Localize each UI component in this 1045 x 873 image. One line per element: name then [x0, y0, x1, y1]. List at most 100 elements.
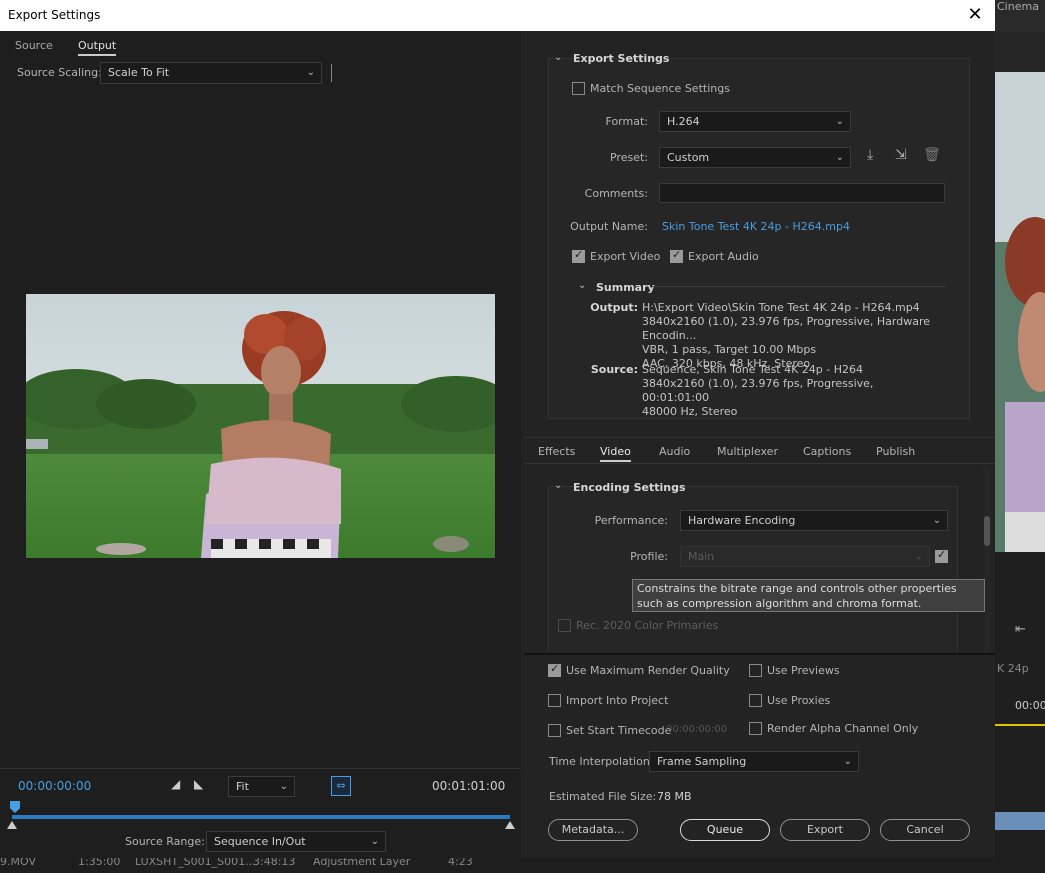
tab-captions[interactable]: Captions — [803, 445, 851, 458]
background-timeline-strip: K 24p 00:00 ⇤ — [995, 552, 1045, 858]
tab-output[interactable]: Output — [78, 39, 117, 56]
profile-dropdown[interactable]: Main ⌄ — [680, 546, 930, 567]
set-start-timecode-label: Set Start Timecode — [566, 724, 672, 737]
dialog-titlebar: Export Settings ✕ — [0, 0, 995, 31]
export-settings-dialog: Export Settings ✕ Source Output Source S… — [0, 0, 995, 858]
save-preset-icon[interactable]: ⤓ — [867, 147, 873, 163]
preset-dropdown[interactable]: Custom ⌄ — [659, 147, 851, 168]
tab-source[interactable]: Source — [15, 39, 53, 52]
summary-line: 3840x2160 (1.0), 23.976 fps, Progressive… — [642, 315, 931, 342]
chevron-down-icon: ⌄ — [843, 756, 852, 767]
profile-checkbox[interactable] — [935, 548, 948, 563]
source-scaling-value: Scale To Fit — [108, 66, 170, 79]
use-proxies-checkbox[interactable] — [749, 694, 762, 707]
end-timecode: 00:01:01:00 — [432, 779, 506, 793]
comments-label: Comments: — [584, 187, 648, 200]
toolbar-divider — [331, 64, 332, 82]
summary-source-label: Source: — [590, 363, 638, 376]
summary-line: H:\Export Video\Skin Tone Test 4K 24p - … — [642, 301, 920, 314]
render-alpha-checkbox[interactable] — [749, 722, 762, 735]
profile-label: Profile: — [630, 550, 668, 563]
import-into-project-checkbox[interactable] — [548, 694, 561, 707]
output-name-link[interactable]: Skin Tone Test 4K 24p - H264.mp4 — [662, 220, 850, 233]
export-video-checkbox[interactable] — [572, 248, 585, 263]
close-icon[interactable]: ✕ — [965, 5, 985, 25]
current-timecode[interactable]: 00:00:00:00 — [18, 779, 91, 793]
summary-output-text: H:\Export Video\Skin Tone Test 4K 24p - … — [642, 301, 942, 371]
scrollbar-thumb[interactable] — [984, 516, 990, 546]
performance-value: Hardware Encoding — [688, 514, 796, 527]
chevron-down-icon[interactable]: ⌄ — [554, 52, 562, 63]
background-clip — [995, 812, 1045, 830]
export-settings-header: Export Settings — [573, 52, 670, 65]
playhead-handle[interactable] — [10, 801, 20, 813]
set-in-point-icon[interactable]: ◢ — [171, 777, 180, 791]
export-button[interactable]: Export — [780, 819, 870, 841]
set-out-point-icon[interactable]: ◣ — [194, 777, 203, 791]
step-back-icon: ⇤ — [1015, 622, 1026, 637]
queue-button[interactable]: Queue — [680, 819, 770, 841]
chevron-down-icon[interactable]: ⌄ — [578, 280, 586, 291]
performance-dropdown[interactable]: Hardware Encoding ⌄ — [680, 510, 948, 531]
tab-effects[interactable]: Effects — [538, 445, 575, 458]
background-sequence-label: K 24p — [997, 662, 1029, 675]
rec2020-checkbox[interactable] — [558, 619, 571, 632]
source-range-label: Source Range: — [125, 835, 205, 848]
time-interpolation-dropdown[interactable]: Frame Sampling ⌄ — [649, 751, 859, 772]
use-proxies-label: Use Proxies — [767, 694, 831, 707]
source-scaling-row: Source Scaling: Scale To Fit ⌄ — [0, 62, 521, 86]
use-previews-label: Use Previews — [767, 664, 840, 677]
import-preset-icon[interactable]: ⇲ — [895, 147, 907, 163]
encoding-settings-header: Encoding Settings — [573, 481, 686, 494]
dialog-title: Export Settings — [8, 8, 101, 22]
format-label: Format: — [605, 115, 648, 128]
profile-tooltip: Constrains the bitrate range and control… — [632, 579, 985, 612]
chevron-down-icon: ⌄ — [914, 551, 923, 562]
out-point-marker[interactable] — [505, 821, 515, 829]
divider — [652, 286, 946, 287]
format-value: H.264 — [667, 115, 700, 128]
output-name-label: Output Name: — [570, 220, 648, 233]
rec2020-label: Rec. 2020 Color Primaries — [576, 619, 719, 632]
comments-input[interactable] — [659, 183, 945, 203]
scrollbar-track[interactable] — [983, 468, 991, 653]
source-range-dropdown[interactable]: Sequence In/Out ⌄ — [206, 831, 386, 852]
match-sequence-checkbox[interactable] — [572, 82, 585, 95]
preset-label: Preset: — [609, 151, 648, 164]
background-workspace-label: Cinema — [995, 0, 1045, 32]
zoom-dropdown[interactable]: Fit ⌄ — [228, 776, 295, 797]
start-timecode-field[interactable]: 00:00:00:00 — [666, 724, 727, 735]
set-start-timecode-checkbox[interactable] — [548, 724, 561, 737]
background-preview-image — [995, 72, 1045, 552]
delete-preset-icon[interactable]: 🗑 — [923, 147, 941, 163]
background-playhead-line — [995, 724, 1045, 726]
export-audio-checkbox[interactable] — [670, 248, 683, 263]
profile-value: Main — [688, 550, 715, 563]
metadata-button[interactable]: Metadata... — [548, 819, 638, 841]
format-dropdown[interactable]: H.264 ⌄ — [659, 111, 851, 132]
source-scaling-dropdown[interactable]: Scale To Fit ⌄ — [100, 62, 322, 84]
chevron-down-icon[interactable]: ⌄ — [554, 480, 562, 491]
tab-audio[interactable]: Audio — [659, 445, 690, 458]
divider — [0, 768, 521, 769]
performance-label: Performance: — [594, 514, 668, 527]
timeline-range-bar[interactable] — [12, 815, 510, 819]
aspect-ratio-correction-icon[interactable]: ⇔ — [331, 776, 351, 796]
cancel-button[interactable]: Cancel — [880, 819, 970, 841]
use-previews-checkbox[interactable] — [749, 664, 762, 677]
max-render-quality-checkbox[interactable] — [548, 662, 561, 677]
summary-source-text: Sequence, Skin Tone Test 4K 24p - H264 3… — [642, 363, 942, 419]
chevron-down-icon: ⌄ — [835, 152, 844, 163]
estimated-size-value: 78 MB — [657, 790, 692, 803]
tab-publish[interactable]: Publish — [876, 445, 915, 458]
chevron-down-icon: ⌄ — [932, 515, 941, 526]
summary-output-label: Output: — [590, 301, 638, 314]
tab-multiplexer[interactable]: Multiplexer — [717, 445, 778, 458]
tab-video[interactable]: Video — [600, 445, 631, 462]
in-point-marker[interactable] — [7, 821, 17, 829]
chevron-down-icon: ⌄ — [306, 67, 315, 78]
output-preview-image — [26, 294, 495, 558]
summary-header: Summary — [596, 281, 655, 294]
summary-line: Sequence, Skin Tone Test 4K 24p - H264 — [642, 363, 864, 376]
estimated-size-label: Estimated File Size: — [549, 790, 657, 803]
